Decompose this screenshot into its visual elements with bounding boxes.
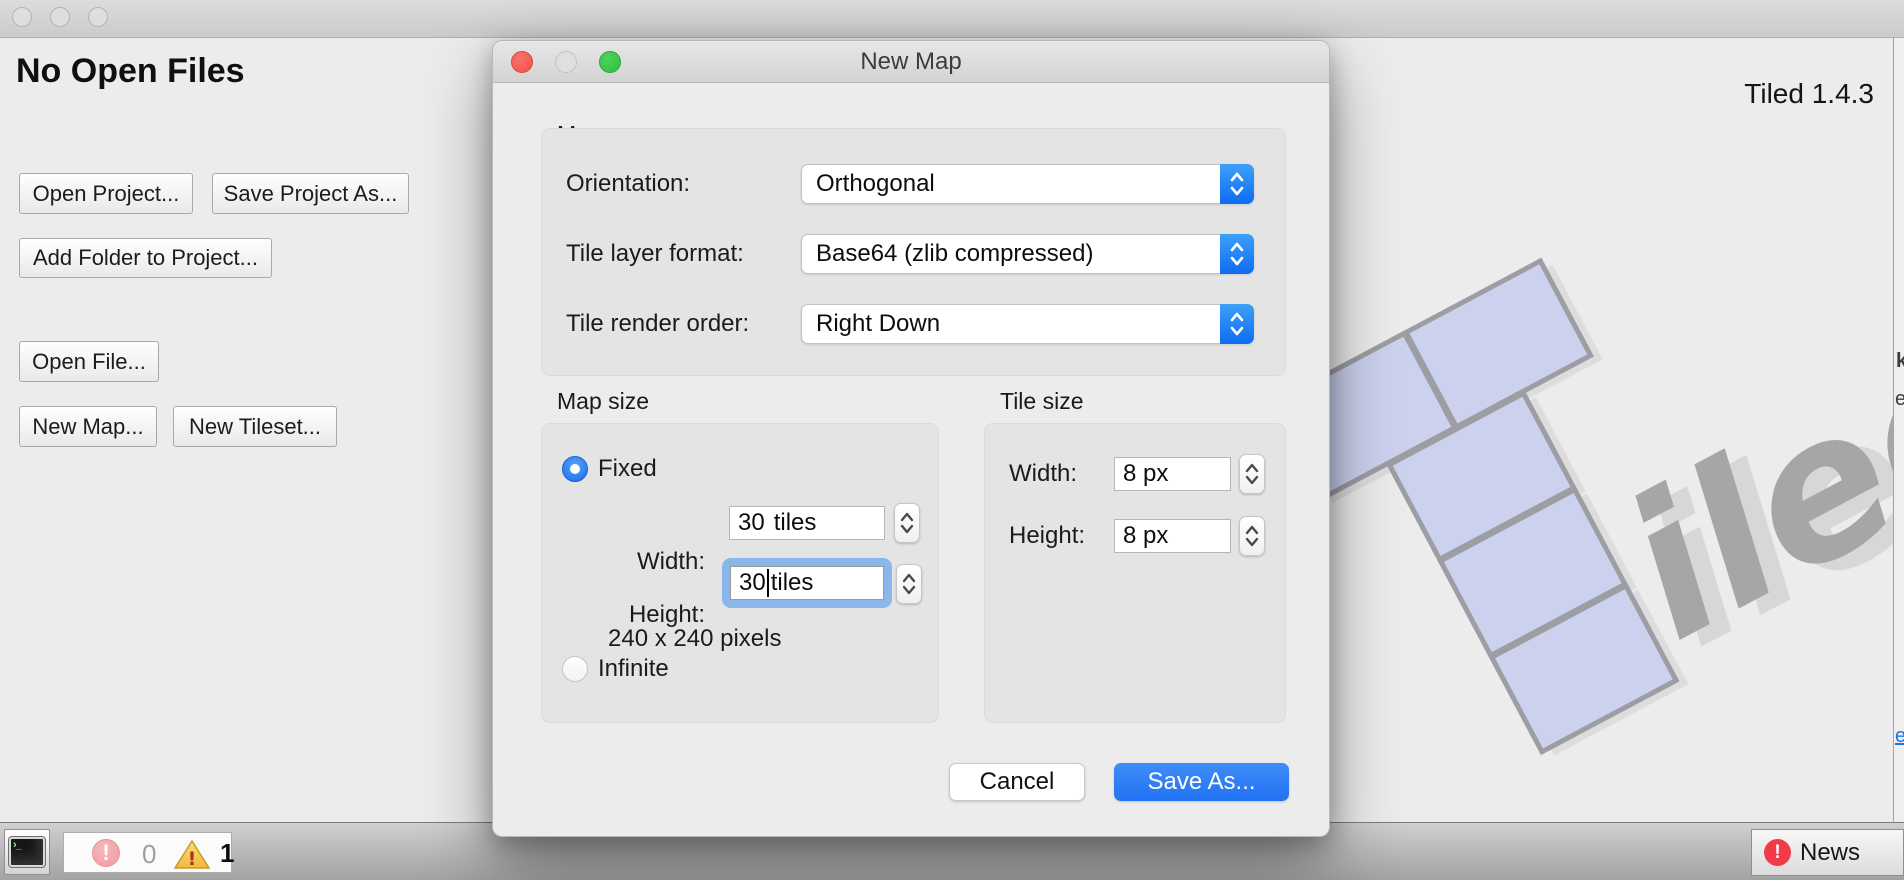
new-map-button[interactable]: New Map... [19,406,157,447]
edge-text-fragment: e [1895,388,1904,411]
save-project-as-button[interactable]: Save Project As... [212,173,409,214]
warning-count: 1 [220,838,234,869]
map-height-input[interactable]: 30tiles [730,566,884,600]
tile-layer-format-select[interactable]: Base64 (zlib compressed) [801,234,1254,274]
chevron-up-down-icon [1220,164,1254,204]
news-button-label: News [1800,839,1860,867]
map-width-label: Width: [566,547,705,577]
new-map-dialog: New Map Map Orientation: Orthogonal Tile… [492,40,1330,837]
stepper-arrows-icon [1245,522,1259,550]
dialog-titlebar[interactable]: New Map [493,41,1329,83]
new-tileset-button[interactable]: New Tileset... [173,406,337,447]
news-alert-icon: ! [1764,839,1791,866]
open-file-button[interactable]: Open File... [19,341,159,382]
tile-width-label: Width: [1009,459,1077,489]
save-as-button[interactable]: Save As... [1114,763,1289,801]
page-title: No Open Files [16,52,245,91]
tile-size-group-label: Tile size [1000,388,1084,415]
chevron-up-down-icon [1220,304,1254,344]
main-window-titlebar [0,0,1904,38]
tile-width-stepper[interactable] [1239,454,1265,494]
stepper-arrows-icon [902,570,916,598]
cancel-button[interactable]: Cancel [949,763,1085,801]
zoom-dialog-icon[interactable] [599,51,621,73]
error-icon: ! [92,839,120,867]
chevron-up-down-icon [1220,234,1254,274]
tile-height-label: Height: [1009,521,1085,551]
console-toggle-button[interactable]: ›_ [4,829,50,875]
stepper-arrows-icon [900,509,914,537]
minimize-dialog-icon [555,51,577,73]
minimize-window-icon[interactable] [50,7,70,27]
zoom-window-icon[interactable] [88,7,108,27]
right-panel-divider [1893,37,1894,822]
tile-height-input[interactable]: 8 px [1114,519,1231,553]
error-count: 0 [142,839,156,870]
infinite-radio-label: Infinite [598,654,669,684]
tile-width-input[interactable]: 8 px [1114,457,1231,491]
add-folder-to-project-button[interactable]: Add Folder to Project... [19,238,272,278]
pixel-size-summary: 240 x 240 pixels [608,624,781,654]
orientation-select[interactable]: Orthogonal [801,164,1254,204]
map-width-input[interactable]: 30tiles [729,506,885,540]
edge-link-fragment[interactable]: e [1895,725,1904,748]
tiled-app-window: No Open Files Tiled 1.4.3 Open Project..… [0,0,1904,880]
close-window-icon[interactable] [12,7,32,27]
tile-layer-format-label: Tile layer format: [566,239,744,269]
tile-render-order-label: Tile render order: [566,309,749,339]
fixed-radio-label: Fixed [598,454,657,484]
infinite-radio[interactable] [562,656,588,682]
issues-counter-panel[interactable]: ! 0 ! 1 [63,832,232,873]
close-dialog-icon[interactable] [511,51,533,73]
stepper-arrows-icon [1245,460,1259,488]
edge-text-fragment: k [1896,350,1904,373]
open-project-button[interactable]: Open Project... [19,173,193,214]
map-width-stepper[interactable] [894,503,920,543]
tile-render-order-select[interactable]: Right Down [801,304,1254,344]
warning-icon: ! [174,839,210,870]
terminal-icon: ›_ [9,837,45,867]
news-button[interactable]: ! News [1751,829,1904,876]
svg-text:!: ! [188,848,197,870]
map-size-group-label: Map size [557,388,649,415]
text-caret [767,569,769,597]
tile-height-stepper[interactable] [1239,516,1265,556]
tiled-logo-watermark: iled iled [1370,305,1904,805]
orientation-label: Orientation: [566,169,690,199]
fixed-radio[interactable] [562,456,588,482]
map-height-stepper[interactable] [896,564,922,604]
version-label: Tiled 1.4.3 [1744,78,1874,110]
right-panel-sliver [1894,37,1904,822]
